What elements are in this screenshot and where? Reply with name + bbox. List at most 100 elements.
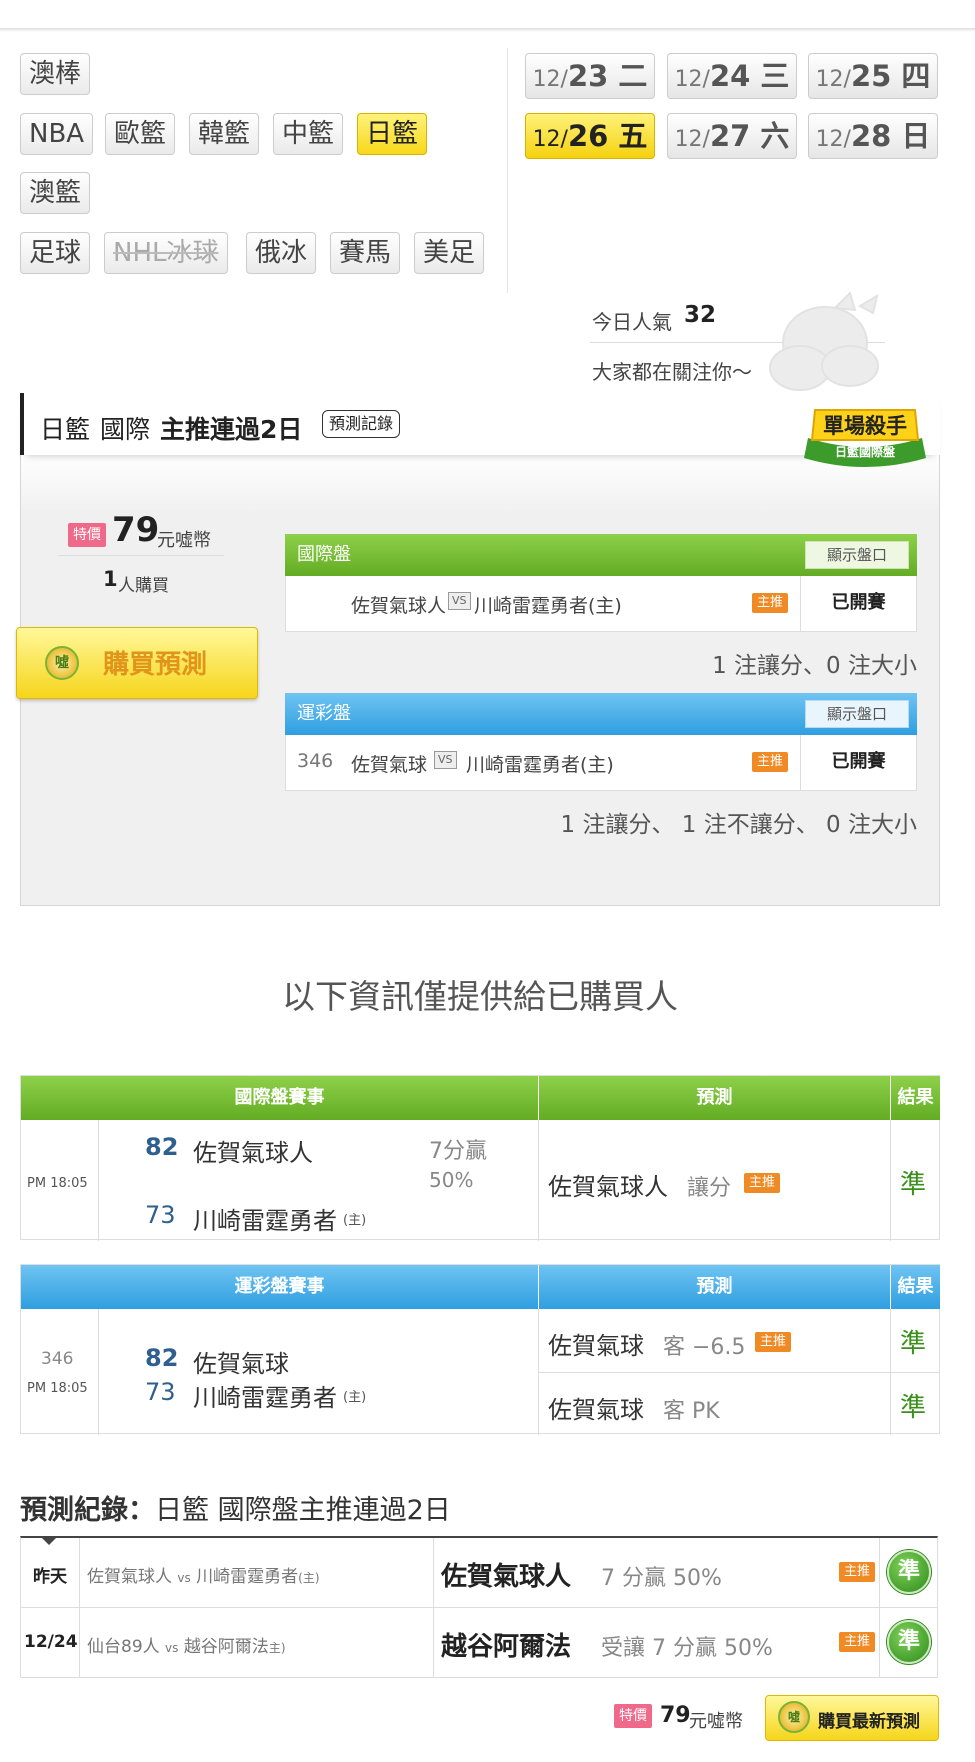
record-row-1-pick: 佐賀氣球人 [441, 1562, 572, 1592]
vs-icon: VS [448, 592, 471, 610]
lottery-team-away: 佐賀氣球 [193, 1350, 289, 1378]
lottery-match-row: 346 佐賀氣球 VS 川崎雷霆勇者(主) 主推 已開賽 [285, 735, 917, 791]
lottery-market-title: 運彩盤 [297, 703, 351, 724]
panel-type: 國際 [100, 415, 151, 444]
sport-button-aus-baseball[interactable]: 澳棒 [20, 53, 91, 95]
record-row-2-result: 準 [887, 1620, 931, 1664]
intl-result: 準 [900, 1170, 927, 1200]
intl-away-team: 佐賀氣球人 [351, 595, 447, 617]
badge-subtitle: 日籃國際盤 [834, 445, 895, 459]
intl-market-header: 國際盤 顯示盤口 [285, 534, 917, 576]
lottery-game-code: 346 [297, 750, 334, 772]
buy-latest-prediction-button[interactable]: 噓 購買最新預測 [765, 1695, 939, 1741]
prediction-record-button[interactable]: 預測記錄 [322, 410, 401, 438]
lottery-result-table: 運彩盤賽事 預測 結果 346 PM 18:05 82 佐賀氣球 73 川崎雷霆… [20, 1264, 940, 1435]
record-row-1-detail: 7 分贏 50% [601, 1566, 722, 1591]
sport-button-soccer[interactable]: 足球 [20, 232, 91, 274]
date-button-1223[interactable]: 12/23 二 [525, 53, 655, 99]
intl-market-box: 國際盤 顯示盤口 佐賀氣球人 VS 川崎雷霆勇者(主) 主推 已開賽 [285, 534, 917, 632]
purchaser-only-notice: 以下資訊僅提供給已購買人 [282, 977, 678, 1016]
buy-latest-prediction-label: 購買最新預測 [818, 1712, 920, 1732]
lottery-game-code: 346 [41, 1349, 74, 1369]
lottery-market-header: 運彩盤 顯示盤口 [285, 693, 917, 735]
lottery-score-home: 73 [145, 1378, 176, 1406]
divider [507, 48, 508, 293]
lottery-result-1: 準 [900, 1329, 927, 1359]
lottery-pick-1-team: 佐賀氣球 [548, 1332, 644, 1360]
sport-button-china-basketball[interactable]: 中籃 [273, 113, 344, 155]
price-unit: 元噓幣 [157, 530, 211, 551]
record-row-1-result: 準 [887, 1550, 931, 1594]
intl-market-title: 國際盤 [297, 544, 351, 565]
sport-button-nhl: NHL冰球 [104, 232, 228, 274]
sport-button-horse-racing[interactable]: 賽馬 [330, 232, 401, 274]
date-button-1227[interactable]: 12/27 六 [667, 113, 797, 159]
popularity-value: 32 [684, 302, 717, 328]
footer-price-unit: 元噓幣 [689, 1711, 743, 1732]
intl-result-table: 國際盤賽事 預測 結果 PM 18:05 82 佐賀氣球人 73 川崎雷霆勇者 … [20, 1075, 940, 1241]
sport-button-nba[interactable]: NBA [20, 113, 94, 155]
single-game-killer-badge: 單場殺手 日籃國際盤 [800, 398, 930, 474]
intl-status: 已開賽 [800, 576, 916, 631]
record-title: 預測紀錄：日籃 國際盤主推連過2日 [20, 1495, 451, 1526]
intl-table-header-match: 國際盤賽事 [21, 1076, 538, 1120]
date-button-1228[interactable]: 12/28 日 [808, 113, 938, 159]
intl-table-header-pick: 預測 [538, 1076, 890, 1120]
intl-pick-type: 讓分 [687, 1176, 732, 1201]
home-marker: (主) [343, 1213, 367, 1228]
panel-streak: 主推連過2日 [160, 415, 303, 444]
lottery-table-header-result: 結果 [890, 1265, 940, 1309]
record-table: 昨天 佐賀氣球人 vs 川崎雷霆勇者(主) 佐賀氣球人 7 分贏 50% 主推 … [20, 1536, 938, 1678]
intl-team-home: 川崎雷霆勇者 [193, 1207, 337, 1235]
buy-prediction-button[interactable]: 噓 購買預測 [16, 627, 258, 699]
sport-button-korea-basketball[interactable]: 韓籃 [189, 113, 260, 155]
price-divider [58, 555, 224, 556]
date-button-1225[interactable]: 12/25 四 [808, 53, 938, 99]
record-row-2-pick: 越谷阿爾法 [441, 1632, 572, 1662]
main-pick-tag: 主推 [744, 1173, 781, 1193]
intl-score-home: 73 [145, 1201, 176, 1229]
coin-icon: 噓 [45, 646, 79, 680]
mascot-icon [769, 291, 879, 391]
lottery-result-2: 準 [900, 1393, 927, 1423]
lottery-pick-1-side: 客 −6.5 [663, 1335, 746, 1360]
popularity-label: 今日人氣 [592, 310, 672, 334]
sport-button-euro-basketball[interactable]: 歐籃 [105, 113, 176, 155]
intl-pick-team: 佐賀氣球人 [548, 1173, 668, 1201]
lottery-away-team: 佐賀氣球 [351, 754, 428, 776]
lottery-table-header-pick: 預測 [538, 1265, 890, 1309]
record-row-1-match: 佐賀氣球人 vs 川崎雷霆勇者(主) [87, 1567, 320, 1587]
intl-percent: 50% [429, 1168, 474, 1192]
intl-show-odds-button[interactable]: 顯示盤口 [805, 541, 909, 569]
lottery-pick-2-team: 佐賀氣球 [548, 1396, 644, 1424]
special-price-tag: 特價 [68, 523, 106, 547]
date-button-1224[interactable]: 12/24 三 [667, 53, 797, 99]
special-price-tag: 特價 [614, 1704, 652, 1728]
main-pick-tag: 主推 [755, 1332, 792, 1352]
lottery-home-team: 川崎雷霆勇者(主) [466, 754, 614, 776]
main-pick-tag: 主推 [839, 1632, 876, 1652]
buyers-label: 人購買 [118, 576, 169, 596]
price-value: 79 [112, 510, 160, 550]
date-button-1226[interactable]: 12/26 五 [525, 113, 655, 159]
buy-prediction-label: 購買預測 [103, 650, 208, 680]
record-row-2-day: 12/24 [24, 1632, 78, 1652]
lottery-summary: 1 注讓分、 1 注不讓分、 0 注大小 [560, 812, 917, 838]
sport-button-russia-hockey[interactable]: 俄冰 [246, 232, 317, 274]
footer-price: 79 [660, 1703, 691, 1728]
sport-button-american-football[interactable]: 美足 [414, 232, 485, 274]
main-pick-tag: 主推 [752, 593, 789, 613]
lottery-market-box: 運彩盤 顯示盤口 346 佐賀氣球 VS 川崎雷霆勇者(主) 主推 已開賽 [285, 693, 917, 791]
main-pick-tag: 主推 [839, 1562, 876, 1582]
record-row-1-day: 昨天 [33, 1567, 67, 1587]
intl-game-time: PM 18:05 [27, 1176, 88, 1191]
sport-button-japan-basketball[interactable]: 日籃 [357, 113, 428, 155]
lottery-pick-2-side: 客 PK [663, 1399, 720, 1424]
vs-icon: VS [434, 751, 457, 769]
intl-table-header-result: 結果 [890, 1076, 940, 1120]
sport-button-aus-basketball[interactable]: 澳籃 [20, 172, 91, 214]
lottery-show-odds-button[interactable]: 顯示盤口 [805, 700, 909, 728]
buyers-count: 1 [103, 567, 118, 591]
badge-title: 單場殺手 [823, 414, 907, 438]
intl-summary: 1 注讓分、0 注大小 [712, 653, 917, 679]
